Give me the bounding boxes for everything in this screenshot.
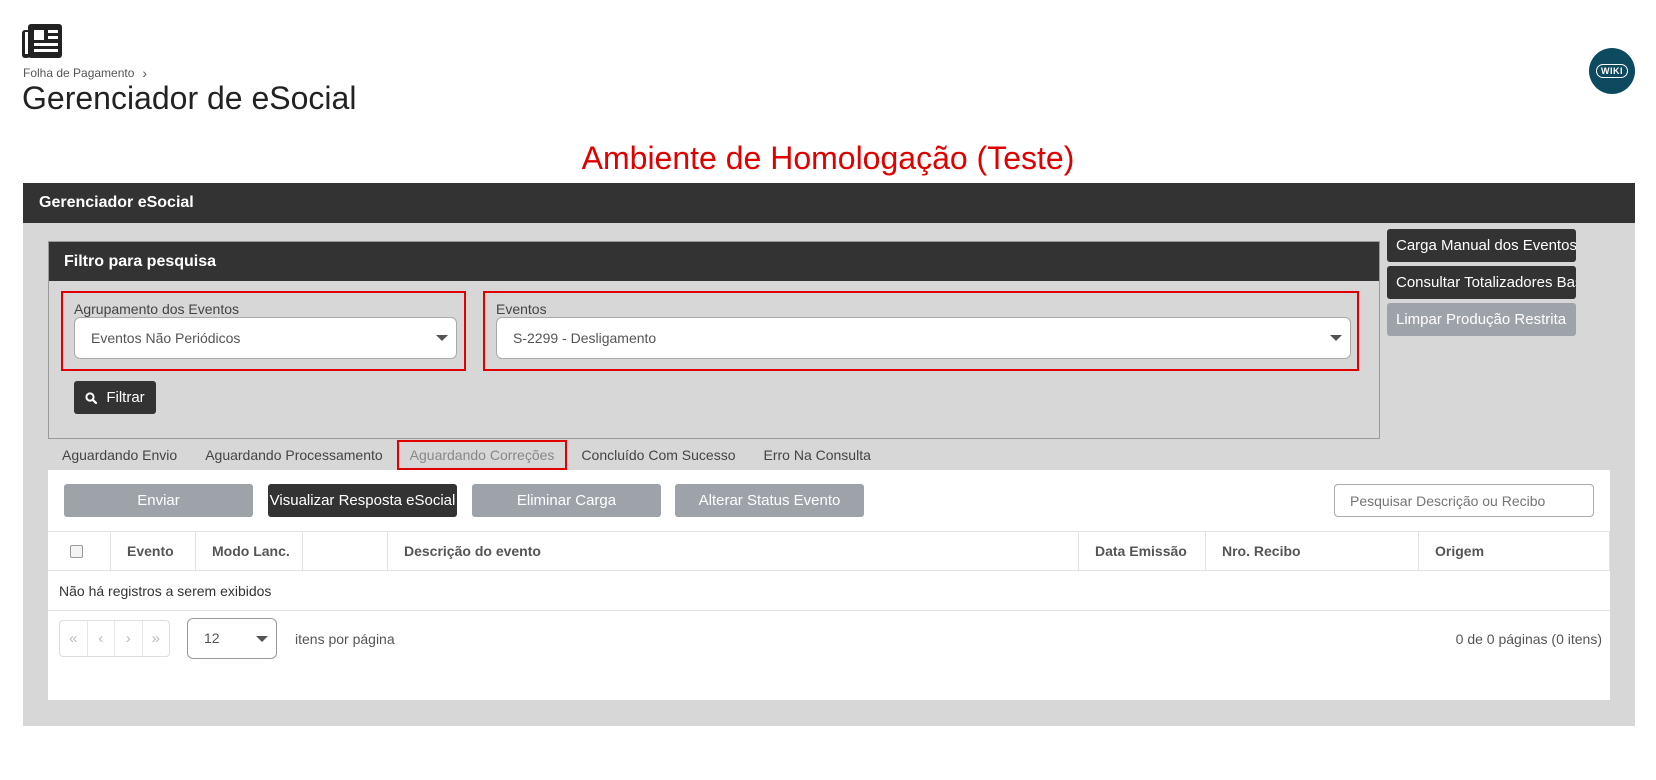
totals-button[interactable]: Consultar Totalizadores Base <box>1387 266 1576 299</box>
column-header[interactable]: Modo Lanc. <box>196 532 303 570</box>
search-icon <box>85 391 98 404</box>
filter-box: Filtro para pesquisa Agrupamento dos Eve… <box>48 241 1380 439</box>
events-grid: Evento Modo Lanc. Descrição do evento Da… <box>48 531 1610 611</box>
chevron-right-icon: › <box>142 65 148 81</box>
tab-completed[interactable]: Concluído Com Sucesso <box>567 442 749 468</box>
delete-load-button[interactable]: Eliminar Carga <box>472 484 661 517</box>
events-field: Eventos S-2299 - Desligamento <box>483 291 1359 371</box>
filter-button-label: Filtrar <box>106 389 145 406</box>
tab-awaiting-send[interactable]: Aguardando Envio <box>48 442 191 468</box>
events-select[interactable]: S-2299 - Desligamento <box>496 317 1351 359</box>
clear-restricted-button[interactable]: Limpar Produção Restrita <box>1387 303 1576 336</box>
tab-awaiting-processing[interactable]: Aguardando Processamento <box>191 442 396 468</box>
events-label: Eventos <box>496 301 547 317</box>
breadcrumb: Folha de Pagamento › <box>23 65 147 81</box>
select-all-cell <box>48 532 111 570</box>
column-header[interactable]: Evento <box>111 532 196 570</box>
group-field: Agrupamento dos Eventos Eventos Não Peri… <box>61 291 466 371</box>
status-tabs: Aguardando Envio Aguardando Processament… <box>48 440 885 470</box>
group-label: Agrupamento dos Eventos <box>74 301 239 317</box>
view-response-button[interactable]: Visualizar Resposta eSocial <box>268 484 457 517</box>
newspaper-icon <box>22 24 64 62</box>
pager: « ‹ › » 12 itens por página 0 de 0 págin… <box>48 611 1610 666</box>
wiki-label: WIKI <box>1596 64 1628 78</box>
page-size-value: 12 <box>204 630 220 646</box>
first-page-icon[interactable]: « <box>60 621 88 656</box>
send-button[interactable]: Enviar <box>64 484 253 517</box>
events-select-value: S-2299 - Desligamento <box>513 330 657 346</box>
search-input[interactable] <box>1334 484 1594 517</box>
column-header[interactable]: Data Emissão <box>1079 532 1206 570</box>
breadcrumb-item[interactable]: Folha de Pagamento <box>23 66 134 80</box>
grid-header: Evento Modo Lanc. Descrição do evento Da… <box>48 531 1610 571</box>
prev-page-icon[interactable]: ‹ <box>88 621 115 656</box>
manual-load-button[interactable]: Carga Manual dos Eventos <box>1387 229 1576 262</box>
next-page-icon[interactable]: › <box>115 621 143 656</box>
column-header[interactable]: Origem <box>1419 532 1610 570</box>
wiki-button[interactable]: WIKI <box>1589 48 1635 94</box>
tab-query-error[interactable]: Erro Na Consulta <box>750 442 885 468</box>
group-select-value: Eventos Não Periódicos <box>91 330 241 346</box>
page-info: 0 de 0 páginas (0 itens) <box>1455 631 1602 647</box>
pager-nav: « ‹ › » <box>59 620 170 657</box>
filter-title: Filtro para pesquisa <box>49 242 1379 281</box>
change-status-button[interactable]: Alterar Status Evento <box>675 484 864 517</box>
items-per-page-label: itens por página <box>295 631 395 647</box>
caret-down-icon <box>1330 335 1342 341</box>
panel-title: Gerenciador eSocial <box>23 183 1635 223</box>
caret-down-icon <box>436 335 448 341</box>
column-header[interactable]: Descrição do evento <box>388 532 1079 570</box>
page-size-select[interactable]: 12 <box>187 618 277 659</box>
filter-button[interactable]: Filtrar <box>74 381 156 414</box>
select-all-checkbox[interactable] <box>70 545 83 558</box>
last-page-icon[interactable]: » <box>143 621 170 656</box>
column-header[interactable]: Nro. Recibo <box>1206 532 1419 570</box>
page-title: Gerenciador de eSocial <box>22 80 357 116</box>
environment-banner: Ambiente de Homologação (Teste) <box>581 140 1075 176</box>
caret-down-icon <box>256 636 268 642</box>
empty-message: Não há registros a serem exibidos <box>48 571 1610 611</box>
column-header[interactable] <box>303 532 388 570</box>
tab-awaiting-corrections[interactable]: Aguardando Correções <box>396 440 568 470</box>
tab-content: Enviar Visualizar Resposta eSocial Elimi… <box>48 470 1610 700</box>
group-select[interactable]: Eventos Não Periódicos <box>74 317 457 359</box>
